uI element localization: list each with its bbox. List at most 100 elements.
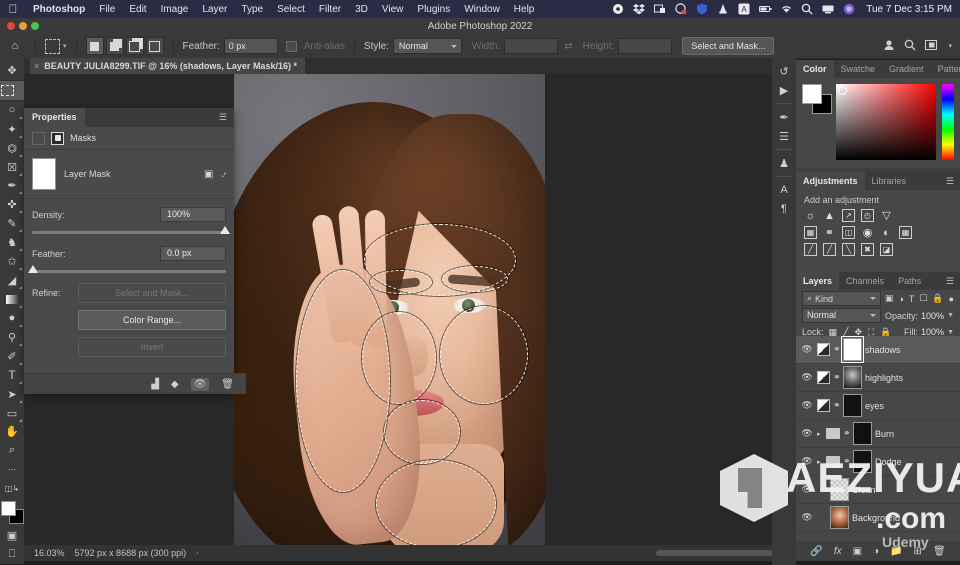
selective-color-icon[interactable]: ✖: [861, 243, 874, 256]
layer-row-dodge[interactable]: 👁 ▸ ⚭ Dodge: [796, 448, 960, 476]
color-field[interactable]: [836, 84, 936, 160]
eye-icon[interactable]: 👁: [800, 400, 814, 411]
photo-filter-icon[interactable]: ◉: [861, 226, 874, 239]
delete-mask-icon[interactable]: 🗑: [221, 379, 234, 390]
search-icon[interactable]: [904, 39, 916, 54]
anti-alias-toggle[interactable]: Anti-alias: [285, 40, 349, 52]
tool-edit-toolbar[interactable]: ⋯: [1, 460, 23, 479]
add-to-selection-button[interactable]: [105, 37, 124, 55]
new-group-icon[interactable]: 📁: [890, 546, 902, 557]
tool-quick-mask[interactable]: ▣: [1, 526, 23, 545]
curves-icon[interactable]: ↗: [842, 209, 855, 222]
expand-group-icon[interactable]: ▸: [817, 430, 823, 438]
density-value[interactable]: 100%: [160, 207, 226, 222]
active-tool-preset-picker[interactable]: ▾: [41, 38, 71, 54]
layer-list[interactable]: 👁 ⚭ shadows 👁 ⚭ highlights 👁 ⚭ eyes 👁 ▸ …: [796, 336, 960, 541]
layer-mask-thumbnail[interactable]: [853, 422, 872, 445]
invert-button[interactable]: Invert: [78, 337, 226, 357]
link-layers-icon[interactable]: 🔗: [810, 546, 822, 557]
color-range-button[interactable]: Color Range...: [78, 310, 226, 330]
vibrance-icon[interactable]: ▽: [880, 209, 893, 222]
swap-dimensions-icon[interactable]: ⇄: [558, 41, 578, 52]
layer-name[interactable]: Background: [852, 513, 900, 523]
tool-default-colors[interactable]: ◫↳: [1, 479, 23, 498]
panel-menu-icon[interactable]: ☰: [946, 272, 960, 290]
hue-saturation-icon[interactable]: ▦: [804, 226, 817, 239]
screenlock-icon[interactable]: [654, 3, 666, 15]
tool-dodge[interactable]: ⚲: [1, 328, 23, 347]
gradient-map-icon[interactable]: ◪: [880, 243, 893, 256]
vlc-icon[interactable]: [717, 3, 729, 15]
layer-mask-thumbnail[interactable]: [843, 394, 862, 417]
record-icon[interactable]: [612, 3, 624, 15]
home-icon[interactable]: ⌂: [0, 40, 30, 52]
workspace-user-icon[interactable]: [883, 39, 895, 54]
tool-pen[interactable]: ✐: [1, 347, 23, 366]
tool-path-selection[interactable]: ➤: [1, 385, 23, 404]
color-swatches[interactable]: [1, 501, 24, 525]
menu-item-window[interactable]: Window: [457, 4, 507, 15]
tool-crop[interactable]: ⏣: [1, 139, 23, 158]
layer-row-burn[interactable]: 👁 ▸ ⚭ Burn: [796, 420, 960, 448]
panel-menu-icon[interactable]: ☰: [219, 112, 234, 123]
menu-item-edit[interactable]: Edit: [122, 4, 153, 15]
feather-slider-track[interactable]: [28, 265, 226, 273]
shield-icon[interactable]: [696, 3, 708, 15]
invert-icon[interactable]: ╱: [804, 243, 817, 256]
layer-thumbnail[interactable]: [830, 478, 849, 501]
add-mask-icon[interactable]: ▣: [853, 546, 862, 557]
tool-zoom[interactable]: ⌕: [1, 441, 23, 460]
tab-adjustments[interactable]: Adjustments: [796, 172, 865, 190]
actions-play-icon[interactable]: ▶: [774, 81, 794, 99]
menu-item-filter[interactable]: Filter: [312, 4, 348, 15]
wifi-icon[interactable]: [780, 3, 792, 15]
tool-eyedropper[interactable]: ✒: [1, 177, 23, 196]
chevron-down-icon[interactable]: ▾: [948, 42, 952, 50]
panel-menu-icon[interactable]: ☰: [946, 172, 960, 190]
layer-name[interactable]: shadows: [865, 345, 901, 355]
layer-thumbnail[interactable]: [830, 506, 849, 529]
link-icon[interactable]: ⚭: [843, 428, 851, 439]
battery-icon[interactable]: [759, 3, 772, 15]
new-layer-icon[interactable]: ⊞: [914, 546, 922, 557]
tool-spot-healing-brush[interactable]: ✜: [1, 195, 23, 214]
link-icon[interactable]: ⚭: [843, 456, 851, 467]
character-icon[interactable]: A: [774, 181, 794, 199]
pixel-mask-icon[interactable]: [51, 131, 64, 145]
arrange-documents-icon[interactable]: [925, 39, 939, 54]
apply-mask-icon[interactable]: ◆: [171, 379, 179, 390]
subtract-from-selection-button[interactable]: [125, 37, 144, 55]
menu-clock[interactable]: Tue 7 Dec 3:15 PM: [864, 4, 952, 15]
menu-item-type[interactable]: Type: [234, 4, 270, 15]
history-icon[interactable]: ↺: [774, 62, 794, 80]
menu-item-image[interactable]: Image: [154, 4, 196, 15]
filter-pixel-icon[interactable]: ▣: [885, 293, 894, 304]
layer-row-background[interactable]: 👁 Background: [796, 504, 960, 532]
menu-item-select[interactable]: Select: [270, 4, 312, 15]
layer-name[interactable]: highlights: [865, 373, 903, 383]
tab-color[interactable]: Color: [796, 60, 834, 78]
threshold-icon[interactable]: ╲: [842, 243, 855, 256]
eye-icon[interactable]: 👁: [800, 512, 814, 523]
foreground-color-swatch[interactable]: [802, 84, 822, 104]
layer-mask-thumbnail[interactable]: [853, 450, 872, 473]
opacity-control[interactable]: Opacity: 100% ▼: [885, 311, 954, 321]
feather-input[interactable]: 0 px: [223, 38, 278, 54]
eye-icon[interactable]: 👁: [800, 372, 814, 383]
layer-row-shadows[interactable]: 👁 ⚭ shadows: [796, 336, 960, 364]
link-icon[interactable]: ⚭: [833, 372, 841, 383]
folder-icon[interactable]: [826, 428, 840, 439]
menu-item-help[interactable]: Help: [507, 4, 542, 15]
link-icon[interactable]: ⚭: [833, 344, 841, 355]
brush-settings-icon[interactable]: ✒: [774, 108, 794, 126]
layer-filter-kind-select[interactable]: ⌕ Kind: [802, 291, 881, 306]
tool-history-brush[interactable]: ✩: [1, 252, 23, 271]
layer-mask-thumbnail[interactable]: [32, 158, 56, 190]
adjustment-thumbnail[interactable]: [817, 399, 830, 412]
select-mask-icon[interactable]: ▣: [204, 169, 213, 180]
tool-move[interactable]: ✥: [1, 61, 23, 80]
layer-name[interactable]: eyes: [865, 401, 884, 411]
properties-sliders-icon[interactable]: ☰: [774, 127, 794, 145]
color-balance-icon[interactable]: ⚭: [823, 226, 836, 239]
chevron-down-icon[interactable]: ▾: [63, 42, 67, 50]
